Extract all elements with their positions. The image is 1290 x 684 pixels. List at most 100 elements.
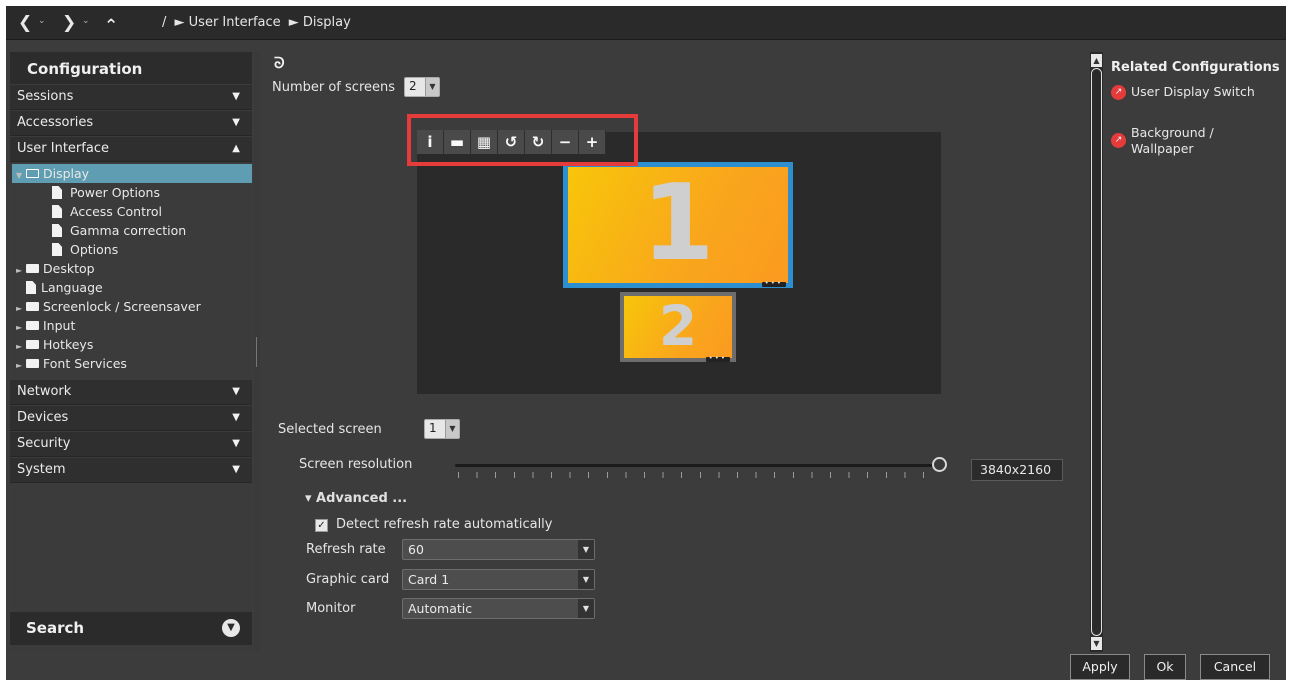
expand-arrow-icon: ▼ bbox=[232, 412, 240, 423]
search-expand-icon[interactable]: ▼ bbox=[222, 619, 240, 637]
sidebar-splitter[interactable] bbox=[254, 52, 260, 652]
expand-arrow-icon: ▼ bbox=[232, 464, 240, 475]
cancel-button[interactable]: Cancel bbox=[1200, 654, 1270, 680]
main-scrollbar[interactable]: ▲ ▼ bbox=[1090, 52, 1103, 652]
sidebar-item-accessories[interactable]: Accessories ▼ bbox=[10, 111, 252, 136]
tree-item-input[interactable]: ► Input bbox=[16, 316, 75, 335]
expand-arrow-icon: ▼ bbox=[232, 91, 240, 102]
category-label: System bbox=[17, 462, 66, 477]
scroll-down-icon[interactable]: ▼ bbox=[1091, 637, 1102, 650]
resolution-slider-track[interactable] bbox=[455, 464, 940, 467]
monitor-select[interactable]: Automatic ▼ bbox=[402, 598, 595, 619]
tree-item-font-services[interactable]: ► Font Services bbox=[16, 354, 127, 373]
advanced-toggle[interactable]: ▾ Advanced ... bbox=[305, 491, 407, 506]
category-label: Devices bbox=[17, 410, 69, 425]
back-history-icon[interactable]: ⌄ bbox=[38, 16, 46, 26]
sidebar-item-devices[interactable]: Devices ▼ bbox=[10, 406, 252, 431]
breadcrumb-root[interactable]: / bbox=[162, 15, 166, 30]
category-label: Network bbox=[17, 384, 72, 399]
external-link-icon: ↗ bbox=[1111, 85, 1126, 100]
toolbar-highlight-box bbox=[407, 114, 638, 166]
forward-button[interactable]: ❯ bbox=[62, 12, 76, 34]
tree-toggle-icon[interactable]: ▼ bbox=[16, 166, 26, 185]
tree-item-hotkeys[interactable]: ► Hotkeys bbox=[16, 335, 93, 354]
folder-icon bbox=[26, 359, 39, 368]
resolution-value-box: 3840x2160 bbox=[971, 459, 1063, 481]
top-nav-bar: ❮ ⌄ ❯ ⌄ ⌃ / ► User Interface ► Display bbox=[6, 6, 1286, 40]
expand-arrow-icon: ▼ bbox=[232, 117, 240, 128]
sidebar-item-sessions[interactable]: Sessions ▼ bbox=[10, 85, 252, 110]
graphic-card-select[interactable]: Card 1 ▼ bbox=[402, 569, 595, 590]
tree-item-language[interactable]: Language bbox=[26, 278, 103, 297]
splitter-handle[interactable] bbox=[256, 337, 257, 367]
file-icon bbox=[52, 243, 62, 256]
selected-screen-label: Selected screen bbox=[278, 422, 382, 437]
dropdown-arrow-icon: ▼ bbox=[445, 420, 459, 438]
up-button[interactable]: ⌃ bbox=[104, 15, 118, 37]
folder-icon bbox=[26, 264, 39, 273]
tree-item-label: Options bbox=[70, 242, 119, 257]
screen-menu-icon[interactable]: ••• bbox=[705, 355, 730, 362]
breadcrumb: / ► User Interface ► Display bbox=[162, 15, 355, 30]
dropdown-arrow-icon: ▼ bbox=[578, 599, 594, 618]
tree-item-options[interactable]: Options bbox=[52, 240, 118, 259]
collapse-arrow-icon: ▲ bbox=[232, 143, 240, 154]
folder-icon bbox=[26, 340, 39, 349]
related-link-label: Background / Wallpaper bbox=[1131, 125, 1214, 156]
back-button[interactable]: ❮ bbox=[18, 12, 32, 34]
file-icon bbox=[52, 186, 62, 199]
tree-item-power-options[interactable]: Power Options bbox=[52, 183, 160, 202]
category-label: Accessories bbox=[17, 115, 94, 130]
tree-item-label: Power Options bbox=[70, 185, 160, 200]
forward-history-icon[interactable]: ⌄ bbox=[82, 16, 90, 26]
folder-icon bbox=[26, 302, 39, 311]
tree-item-access-control[interactable]: Access Control bbox=[52, 202, 162, 221]
refresh-rate-select[interactable]: 60 ▼ bbox=[402, 539, 595, 560]
ok-button[interactable]: Ok bbox=[1144, 654, 1186, 680]
related-configurations-panel: Related Configurations ↗ User Display Swi… bbox=[1103, 52, 1286, 652]
sidebar-item-security[interactable]: Security ▼ bbox=[10, 432, 252, 457]
category-label: Security bbox=[17, 436, 71, 451]
category-label: User Interface bbox=[17, 141, 109, 156]
breadcrumb-display[interactable]: ► Display bbox=[289, 15, 351, 30]
related-link-user-display-switch[interactable]: ↗ User Display Switch bbox=[1111, 84, 1255, 100]
resolution-slider-ticks bbox=[458, 472, 938, 478]
refresh-rate-label: Refresh rate bbox=[306, 542, 386, 557]
select-value: Card 1 bbox=[408, 572, 450, 587]
selected-screen-select[interactable]: 1 ▼ bbox=[424, 419, 460, 439]
apply-button[interactable]: Apply bbox=[1070, 654, 1130, 680]
tree-item-desktop[interactable]: ► Desktop bbox=[16, 259, 95, 278]
search-section[interactable]: Search ▼ bbox=[10, 612, 252, 645]
sidebar-title: Configuration bbox=[10, 52, 252, 84]
folder-icon bbox=[26, 321, 39, 330]
tree-item-display[interactable]: ▼ Display bbox=[12, 164, 252, 183]
reset-icon[interactable]: ᘐ bbox=[274, 54, 285, 72]
related-link-background-wallpaper[interactable]: ↗ Background / Wallpaper bbox=[1111, 110, 1214, 157]
sidebar-item-user-interface[interactable]: User Interface ▲ bbox=[10, 137, 252, 162]
screen-1-tile[interactable]: 1 ••• bbox=[563, 162, 793, 288]
screen-number: 2 bbox=[658, 294, 698, 358]
related-title: Related Configurations bbox=[1111, 60, 1280, 75]
resolution-slider-handle[interactable] bbox=[932, 457, 947, 472]
tree-item-label: Language bbox=[41, 280, 103, 295]
breadcrumb-user-interface[interactable]: ► User Interface bbox=[175, 15, 281, 30]
sidebar-item-network[interactable]: Network ▼ bbox=[10, 380, 252, 405]
scroll-up-icon[interactable]: ▲ bbox=[1091, 54, 1102, 67]
detect-refresh-label[interactable]: Detect refresh rate automatically bbox=[336, 517, 552, 532]
detect-refresh-checkbox[interactable]: ✓ bbox=[315, 519, 328, 532]
tree-item-screenlock[interactable]: ► Screenlock / Screensaver bbox=[16, 297, 201, 316]
file-icon bbox=[52, 224, 62, 237]
external-link-icon: ↗ bbox=[1111, 133, 1126, 148]
tree-toggle-icon[interactable]: ► bbox=[16, 356, 26, 375]
tree-toggle-icon[interactable]: ► bbox=[16, 261, 26, 280]
select-value: 60 bbox=[408, 542, 424, 557]
screen-menu-icon[interactable]: ••• bbox=[761, 280, 786, 287]
sidebar-item-system[interactable]: System ▼ bbox=[10, 458, 252, 483]
app-window: ❮ ⌄ ❯ ⌄ ⌃ / ► User Interface ► Display C… bbox=[6, 6, 1286, 680]
screen-2-tile[interactable]: 2 ••• bbox=[620, 292, 736, 362]
file-icon bbox=[26, 281, 36, 294]
scrollbar-thumb[interactable] bbox=[1091, 68, 1102, 636]
tree-item-gamma-correction[interactable]: Gamma correction bbox=[52, 221, 186, 240]
screen-resolution-label: Screen resolution bbox=[299, 457, 413, 472]
number-of-screens-select[interactable]: 2 ▼ bbox=[404, 77, 440, 97]
